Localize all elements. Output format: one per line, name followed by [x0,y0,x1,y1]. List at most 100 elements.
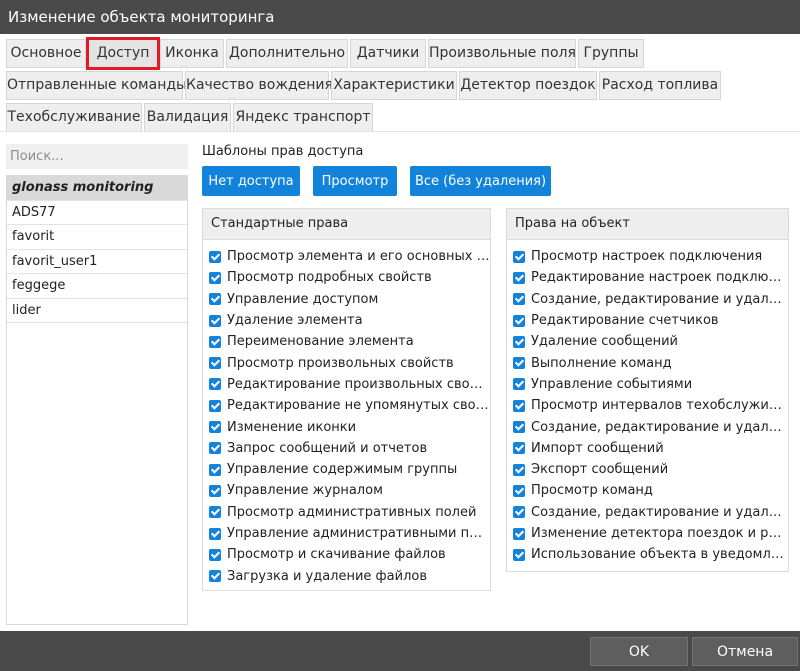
checkbox-checked-icon[interactable] [209,271,221,284]
checkbox-checked-icon[interactable] [513,378,525,391]
tab-yandeks-transport[interactable]: Яндекс транспорт [233,103,373,132]
checkbox-checked-icon[interactable] [209,442,221,455]
checkbox-checked-icon[interactable] [513,293,525,306]
no-access-button[interactable]: Нет доступа [202,166,300,196]
checkbox-checked-icon[interactable] [209,399,221,412]
checkbox-checked-icon[interactable] [209,421,221,434]
standard-rights-panel: Стандартные права Просмотр элемента и ег… [202,208,491,591]
checkbox-checked-icon[interactable] [513,548,525,561]
tab-harakteristiki[interactable]: Характеристики [331,71,457,100]
permission-row[interactable]: Просмотр интервалов техобслуживания [507,395,788,416]
permission-row[interactable]: Создание, редактирование и удаление... [507,289,788,310]
checkbox-checked-icon[interactable] [513,527,525,540]
checkbox-checked-icon[interactable] [513,463,525,476]
permission-row[interactable]: Загрузка и удаление файлов [203,565,490,586]
tab-gruppy[interactable]: Группы [578,39,644,68]
tab-kachestvo-vozhdeniya[interactable]: Качество вождения [185,71,333,100]
list-item[interactable]: feggege [7,274,187,299]
checkbox-checked-icon[interactable] [209,506,221,519]
permission-label: Изменение иконки [227,419,357,435]
permission-row[interactable]: Просмотр подробных свойств [203,267,490,288]
permission-label: Удаление элемента [227,313,363,329]
permission-row[interactable]: Использование объекта в уведомлени... [507,544,788,565]
search-input[interactable] [6,144,188,169]
permission-row[interactable]: Управление административными поля... [203,523,490,544]
tab-datchiki[interactable]: Датчики [350,39,426,68]
permission-row[interactable]: Управление журналом [203,480,490,501]
permission-row[interactable]: Создание, редактирование и удаление... [507,502,788,523]
tab-proizvolnye-polya[interactable]: Произвольные поля [428,39,576,68]
permission-row[interactable]: Редактирование счетчиков [507,310,788,331]
checkbox-checked-icon[interactable] [513,484,525,497]
permission-row[interactable]: Редактирование настроек подключения [507,267,788,288]
permission-label: Создание, редактирование и удаление... [531,291,788,307]
tab-dopolnitelno[interactable]: Дополнительно [226,39,348,68]
checkbox-checked-icon[interactable] [209,484,221,497]
list-item[interactable]: favorit_user1 [7,250,187,274]
tab-detektor-poezdok[interactable]: Детектор поездок [459,71,597,100]
checkbox-checked-icon[interactable] [513,335,525,348]
permission-row[interactable]: Запрос сообщений и отчетов [203,438,490,459]
checkbox-checked-icon[interactable] [513,250,525,263]
checkbox-checked-icon[interactable] [209,378,221,391]
checkbox-checked-icon[interactable] [513,442,525,455]
list-item[interactable]: ADS77 [7,201,187,225]
tab-rashod-topliva[interactable]: Расход топлива [599,71,721,100]
checkbox-checked-icon[interactable] [209,463,221,476]
tab-dostup[interactable]: Доступ [86,37,160,70]
list-item[interactable]: lider [7,299,187,323]
all-no-delete-button[interactable]: Все (без удаления) [410,166,551,196]
permission-row[interactable]: Управление доступом [203,289,490,310]
tab-ikonka[interactable]: Иконка [160,39,224,68]
checkbox-checked-icon[interactable] [513,357,525,370]
permission-row[interactable]: Просмотр элемента и его основных св... [203,246,490,267]
permission-row[interactable]: Удаление элемента [203,310,490,331]
ok-button[interactable]: OK [590,637,688,666]
tab-otpravlennye-komandy[interactable]: Отправленные команды [6,71,187,100]
permission-row[interactable]: Удаление сообщений [507,331,788,352]
permission-label: Просмотр административных полей [227,504,477,520]
permission-row[interactable]: Управление содержимым группы [203,459,490,480]
permission-row[interactable]: Просмотр команд [507,480,788,501]
checkbox-checked-icon[interactable] [513,506,525,519]
checkbox-checked-icon[interactable] [513,421,525,434]
permission-row[interactable]: Просмотр настроек подключения [507,246,788,267]
tab-validaciya[interactable]: Валидация [144,103,231,132]
object-rights-list: Просмотр настроек подключения Редактирова… [507,239,788,565]
checkbox-checked-icon[interactable] [209,548,221,561]
permission-row[interactable]: Импорт сообщений [507,438,788,459]
permission-row[interactable]: Переименование элемента [203,331,490,352]
dialog-body: Основное Доступ Иконка Дополнительно Дат… [0,34,800,631]
permission-row[interactable]: Изменение иконки [203,416,490,437]
permission-label: Просмотр произвольных свойств [227,355,454,371]
checkbox-checked-icon[interactable] [209,293,221,306]
checkbox-checked-icon[interactable] [513,271,525,284]
permission-row[interactable]: Редактирование произвольных свойств [203,374,490,395]
list-item[interactable]: glonass monitoring [7,176,187,201]
tab-osnovnoe[interactable]: Основное [6,39,86,68]
checkbox-checked-icon[interactable] [209,250,221,263]
permission-label: Изменение детектора поездок и расхо... [531,526,788,541]
checkbox-checked-icon[interactable] [209,570,221,583]
permission-row[interactable]: Выполнение команд [507,352,788,373]
tab-tehobsluzhivanie[interactable]: Техобслуживание [6,103,142,132]
permission-row[interactable]: Изменение детектора поездок и расхо... [507,523,788,544]
permission-row[interactable]: Просмотр произвольных свойств [203,352,490,373]
checkbox-checked-icon[interactable] [209,314,221,327]
permission-row[interactable]: Просмотр административных полей [203,502,490,523]
permission-row[interactable]: Управление событиями [507,374,788,395]
permission-row[interactable]: Просмотр и скачивание файлов [203,544,490,565]
view-button[interactable]: Просмотр [313,166,397,196]
permission-row[interactable]: Редактирование не упомянутых свойств [203,395,490,416]
cancel-button[interactable]: Отмена [692,637,798,666]
checkbox-checked-icon[interactable] [513,399,525,412]
checkbox-checked-icon[interactable] [513,314,525,327]
list-item[interactable]: favorit [7,225,187,250]
checkbox-checked-icon[interactable] [209,357,221,370]
checkbox-checked-icon[interactable] [209,335,221,348]
permission-row[interactable]: Экспорт сообщений [507,459,788,480]
permission-label: Переименование элемента [227,334,414,350]
permission-label: Просмотр и скачивание файлов [227,547,446,563]
checkbox-checked-icon[interactable] [209,527,221,540]
permission-row[interactable]: Создание, редактирование и удаление... [507,416,788,437]
